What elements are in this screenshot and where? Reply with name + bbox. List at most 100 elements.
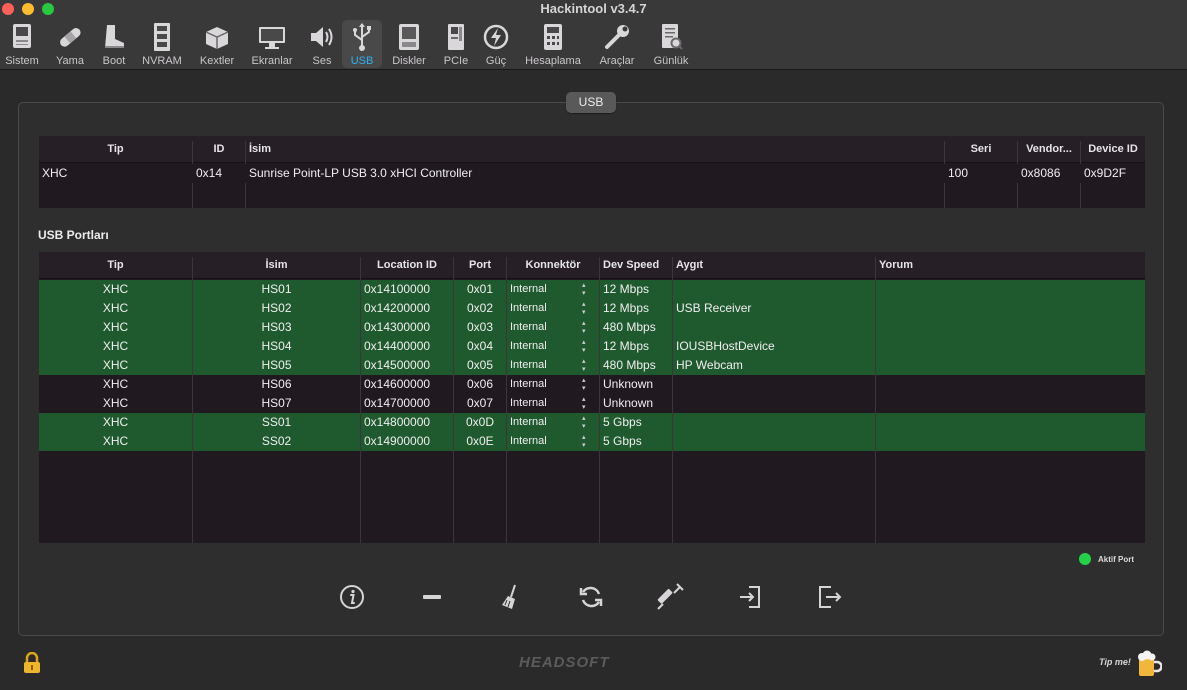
cell-comment[interactable]: [876, 432, 1145, 451]
table-row[interactable]: XHC HS06 0x14600000 0x06 Internal Unknown ▴ ▾: [39, 375, 1145, 394]
cell-isim: HS07: [261, 396, 292, 410]
cell-isim: HS05: [261, 358, 292, 372]
column-header-port[interactable]: Port: [454, 252, 506, 279]
cell-comment[interactable]: [876, 413, 1145, 432]
cell-speed: 480 Mbps: [603, 320, 656, 334]
window-title: Hackintool v3.4.7: [540, 1, 647, 16]
cell-tip: XHC: [102, 339, 129, 353]
cell-port: 0x03: [466, 320, 494, 334]
controller-row[interactable]: XHC 0x14 Sunrise Point-LP USB 3.0 xHCI C…: [39, 164, 1145, 183]
connector-dropdown-icon[interactable]: ▴ ▾: [582, 396, 586, 412]
cell-tip: XHC: [102, 434, 129, 448]
lock-button[interactable]: [22, 651, 42, 679]
toolbar-item-sistem[interactable]: Sistem: [2, 20, 42, 68]
cell-speed: 12 Mbps: [603, 339, 650, 353]
power-icon: [479, 20, 513, 54]
info-button[interactable]: [337, 584, 367, 614]
table-row[interactable]: XHC SS01 0x14800000 0x0D Internal 5 Gbps ▴ ▾: [39, 413, 1145, 432]
export-button[interactable]: [815, 584, 845, 614]
cell-tip: XHC: [102, 282, 129, 296]
toolbar-item-gunluk[interactable]: Günlük: [650, 20, 692, 68]
toolbar-item-usb[interactable]: USB: [342, 20, 382, 68]
cell-speed: 5 Gbps: [603, 434, 642, 448]
display-icon: [255, 20, 289, 54]
column-header-tip[interactable]: Tip: [39, 136, 192, 163]
cell-port: 0x07: [466, 396, 494, 410]
toolbar-item-guc[interactable]: Güç: [480, 20, 512, 68]
cell-comment[interactable]: [876, 280, 1145, 299]
cell-device: [673, 394, 875, 413]
memory-icon: [145, 20, 179, 54]
cell-comment[interactable]: [876, 299, 1145, 318]
connector-dropdown-icon[interactable]: ▴ ▾: [582, 320, 586, 336]
cell-device: HP Webcam: [676, 358, 743, 372]
controller-table[interactable]: Tip ID İsim Seri Vendor... Device ID XHC…: [39, 136, 1145, 208]
remove-button[interactable]: [417, 584, 447, 614]
connector-dropdown-icon[interactable]: ▴ ▾: [582, 434, 586, 450]
toolbar-item-pcie[interactable]: PCIe: [440, 20, 472, 68]
column-header-isim[interactable]: İsim: [246, 136, 944, 163]
toolbar-item-boot[interactable]: Boot: [97, 20, 131, 68]
info-icon: [339, 584, 365, 615]
column-header-tip[interactable]: Tip: [39, 252, 192, 279]
connector-dropdown-icon[interactable]: ▴ ▾: [582, 282, 586, 298]
table-row[interactable]: XHC HS07 0x14700000 0x07 Internal Unknown ▴ ▾: [39, 394, 1145, 413]
pcie-card-icon: [439, 20, 473, 54]
connector-dropdown-icon[interactable]: ▴ ▾: [582, 415, 586, 431]
table-row[interactable]: XHC HS01 0x14100000 0x01 Internal 12 Mbps ▴ ▾: [39, 280, 1145, 299]
column-header-konnektor[interactable]: Konnektör: [507, 252, 599, 279]
column-header-isim[interactable]: İsim: [193, 252, 360, 279]
active-port-indicator: [1079, 553, 1091, 565]
toolbar-item-araclar[interactable]: Araçlar: [596, 20, 638, 68]
column-header-device-id[interactable]: Device ID: [1081, 136, 1145, 163]
refresh-button[interactable]: [576, 584, 606, 614]
table-row[interactable]: XHC HS05 0x14500000 0x05 Internal 480 Mbps HP …: [39, 356, 1145, 375]
table-row[interactable]: XHC HS02 0x14200000 0x02 Internal 12 Mbps USB …: [39, 299, 1145, 318]
cell-device: [673, 413, 875, 432]
toolbar-item-ekranlar[interactable]: Ekranlar: [248, 20, 296, 68]
column-header-aygit[interactable]: Aygıt: [673, 252, 875, 279]
cell-comment[interactable]: [876, 394, 1145, 413]
cell-port: 0x06: [466, 377, 494, 391]
cell-comment[interactable]: [876, 318, 1145, 337]
table-row[interactable]: XHC SS02 0x14900000 0x0E Internal 5 Gbps ▴ ▾: [39, 432, 1145, 451]
cell-comment[interactable]: [876, 375, 1145, 394]
clear-button[interactable]: [496, 584, 526, 614]
column-header-seri[interactable]: Seri: [945, 136, 1017, 163]
inject-button[interactable]: [655, 582, 685, 614]
headsoft-logo: HEADSOFT: [519, 654, 610, 671]
controller-table-header: Tip ID İsim Seri Vendor... Device ID: [39, 136, 1145, 163]
toolbar-item-nvram[interactable]: NVRAM: [140, 20, 184, 68]
toolbar: Hackintool v3.4.7 Sistem Yama Boot NVRAM…: [0, 0, 1187, 70]
cell-tip: XHC: [102, 396, 129, 410]
cell-speed: 12 Mbps: [603, 301, 650, 315]
toolbar-item-kextler[interactable]: Kextler: [196, 20, 238, 68]
column-header-id[interactable]: ID: [193, 136, 245, 163]
toolbar-item-yama[interactable]: Yama: [52, 20, 88, 68]
toolbar-item-ses[interactable]: Ses: [305, 20, 339, 68]
connector-dropdown-icon[interactable]: ▴ ▾: [582, 339, 586, 355]
table-row[interactable]: XHC HS04 0x14400000 0x04 Internal 12 Mbps IOUS…: [39, 337, 1145, 356]
column-header-vendor[interactable]: Vendor...: [1018, 136, 1080, 163]
group-title: USB: [566, 92, 616, 113]
cell-location: 0x14700000: [364, 396, 431, 410]
toolbar-item-diskler[interactable]: Diskler: [389, 20, 429, 68]
cell-comment[interactable]: [876, 337, 1145, 356]
cell-device: [673, 280, 875, 299]
column-header-dev-speed[interactable]: Dev Speed: [600, 252, 672, 279]
table-row[interactable]: XHC HS03 0x14300000 0x03 Internal 480 Mbps ▴ ▾: [39, 318, 1145, 337]
toolbar-item-hesaplama[interactable]: Hesaplama: [522, 20, 584, 68]
cell-tip: XHC: [102, 377, 129, 391]
cell-speed: Unknown: [603, 377, 654, 391]
kext-box-icon: [200, 20, 234, 54]
import-button[interactable]: [735, 584, 765, 614]
beer-donate-button[interactable]: [1136, 650, 1163, 683]
column-header-location-id[interactable]: Location ID: [361, 252, 453, 279]
connector-dropdown-icon[interactable]: ▴ ▾: [582, 377, 586, 393]
connector-dropdown-icon[interactable]: ▴ ▾: [582, 301, 586, 317]
usb-ports-table[interactable]: Tip İsim Location ID Port Konnektör Dev …: [39, 252, 1145, 543]
column-header-yorum[interactable]: Yorum: [876, 252, 1145, 279]
tip-me-label[interactable]: Tip me!: [1099, 657, 1131, 667]
cell-comment[interactable]: [876, 356, 1145, 375]
connector-dropdown-icon[interactable]: ▴ ▾: [582, 358, 586, 374]
